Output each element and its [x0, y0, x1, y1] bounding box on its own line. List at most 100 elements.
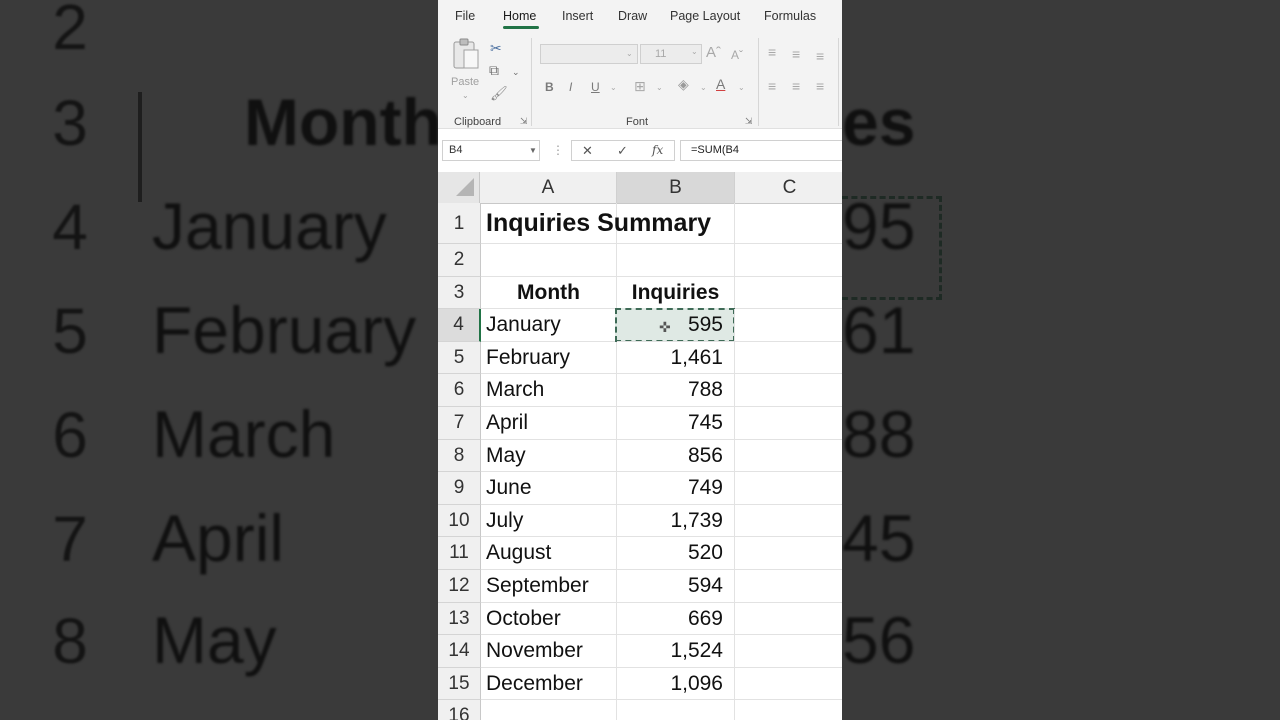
column-header-b[interactable]: B [617, 172, 735, 203]
inquiries-cell[interactable]: 520 [617, 537, 735, 570]
align-middle-icon[interactable]: ≡ [792, 46, 800, 62]
italic-icon[interactable]: I [569, 79, 572, 95]
inquiries-cell[interactable]: 788 [617, 374, 735, 407]
font-color-dropdown-icon[interactable]: ⌄ [738, 80, 745, 96]
underline-dropdown-icon[interactable]: ⌄ [610, 80, 617, 96]
format-painter-icon[interactable]: 🖌 [490, 85, 508, 101]
row-header[interactable]: 15 [438, 667, 481, 701]
empty-cell[interactable] [735, 570, 842, 603]
font-size-box[interactable]: 11 ⌄ [640, 44, 702, 64]
empty-cell[interactable] [735, 244, 842, 277]
select-all-corner[interactable] [438, 172, 480, 203]
row-header[interactable]: 8 [438, 439, 481, 473]
fill-color-icon[interactable]: ◈ [678, 76, 689, 92]
row-header[interactable]: 5 [438, 341, 481, 375]
month-cell[interactable]: August [481, 537, 617, 570]
copy-dropdown-icon[interactable]: ⌄ [512, 64, 520, 80]
month-cell[interactable]: April [481, 407, 617, 440]
decrease-font-icon[interactable]: Aˇ [731, 47, 743, 63]
row-header[interactable]: 13 [438, 602, 481, 636]
row-header[interactable]: 6 [438, 374, 481, 407]
align-right-icon[interactable]: ≡ [816, 78, 824, 94]
font-color-icon[interactable]: A [716, 76, 725, 92]
insert-function-icon[interactable]: fx [652, 143, 663, 157]
column-header-a[interactable]: A [480, 172, 617, 203]
empty-cell[interactable] [735, 440, 842, 473]
inquiries-cell[interactable]: 1,524 [617, 635, 735, 668]
enter-icon[interactable]: ✓ [617, 143, 628, 159]
inquiries-cell[interactable]: 669 [617, 602, 735, 636]
cancel-icon[interactable]: ✕ [582, 143, 593, 159]
font-name-dropdown-icon[interactable]: ⌄ [626, 46, 633, 62]
row-header[interactable]: 14 [438, 635, 481, 668]
increase-font-icon[interactable]: Aˆ [706, 45, 721, 61]
month-cell[interactable]: January [481, 309, 617, 342]
align-center-icon[interactable]: ≡ [792, 78, 800, 94]
inquiries-cell[interactable]: 1,461 [617, 341, 735, 375]
column-header-c[interactable]: C [735, 172, 842, 203]
row-header[interactable]: 9 [438, 472, 481, 505]
empty-cell[interactable] [735, 505, 842, 538]
font-launcher-icon[interactable]: ⇲ [745, 116, 753, 127]
month-cell[interactable]: March [481, 374, 617, 407]
clipboard-launcher-icon[interactable]: ⇲ [520, 116, 528, 127]
empty-cell[interactable] [735, 668, 842, 701]
month-cell[interactable]: December [481, 667, 617, 701]
font-name-box[interactable] [540, 44, 638, 64]
empty-cell[interactable] [617, 700, 735, 720]
paste-button[interactable]: Paste ⌄ [448, 36, 484, 102]
empty-cell[interactable] [481, 700, 617, 720]
inquiries-cell[interactable]: 745 [617, 407, 735, 440]
inquiries-cell[interactable]: 594 [617, 570, 735, 603]
empty-cell[interactable] [735, 603, 842, 636]
row-header[interactable]: 12 [438, 570, 481, 603]
cell-c1[interactable] [735, 203, 842, 244]
month-cell[interactable]: February [481, 341, 617, 375]
tab-file[interactable]: File [455, 9, 475, 23]
inquiries-cell[interactable]: 749 [617, 472, 735, 505]
worksheet-grid[interactable]: A B C 1 Inquiries Summary 2 3 Month Inquiries… [438, 172, 842, 720]
underline-icon[interactable]: U [591, 79, 600, 95]
month-cell[interactable]: November [481, 635, 617, 668]
name-box-dropdown-icon[interactable]: ▼ [529, 146, 537, 155]
month-cell[interactable]: May [481, 439, 617, 473]
header-inquiries[interactable]: Inquiries [617, 276, 735, 310]
month-cell[interactable]: July [481, 504, 617, 538]
tab-insert[interactable]: Insert [562, 9, 593, 23]
inquiries-cell[interactable]: 856 [617, 439, 735, 473]
align-left-icon[interactable]: ≡ [768, 78, 776, 94]
empty-cell[interactable] [735, 374, 842, 407]
align-bottom-icon[interactable]: ≡ [816, 48, 824, 64]
empty-cell[interactable] [735, 309, 842, 342]
row-header[interactable]: 3 [438, 276, 481, 310]
month-cell[interactable]: September [481, 570, 617, 603]
row-header[interactable]: 2 [438, 244, 481, 277]
cut-icon[interactable]: ✂ [490, 40, 502, 56]
copy-icon[interactable]: ⧉ [489, 62, 499, 78]
row-header[interactable]: 1 [438, 203, 481, 244]
empty-cell[interactable] [735, 472, 842, 505]
tab-page-layout[interactable]: Page Layout [670, 9, 740, 23]
formula-input[interactable]: =SUM(B4 [680, 140, 842, 161]
name-box[interactable]: B4 [442, 140, 540, 161]
inquiries-cell[interactable]: 1,739 [617, 504, 735, 538]
align-top-icon[interactable]: ≡ [768, 44, 776, 60]
borders-dropdown-icon[interactable]: ⌄ [656, 80, 663, 96]
row-header[interactable]: 7 [438, 407, 481, 440]
row-header[interactable]: 4 [438, 309, 481, 342]
row-header[interactable]: 16 [438, 700, 481, 720]
empty-cell[interactable] [735, 635, 842, 668]
empty-cell[interactable] [735, 277, 842, 310]
empty-cell[interactable] [735, 700, 842, 720]
tab-formulas[interactable]: Formulas [764, 9, 816, 23]
empty-cell[interactable] [735, 407, 842, 440]
inquiries-cell[interactable]: 1,096 [617, 667, 735, 701]
row-header[interactable]: 10 [438, 504, 481, 538]
tab-draw[interactable]: Draw [618, 9, 647, 23]
empty-cell[interactable] [735, 537, 842, 570]
tab-home[interactable]: Home [503, 9, 536, 23]
empty-cell[interactable] [481, 244, 617, 277]
month-cell[interactable]: October [481, 602, 617, 636]
borders-icon[interactable]: ⊞ [634, 78, 646, 94]
more-options-icon[interactable]: ⋮ [552, 143, 564, 157]
